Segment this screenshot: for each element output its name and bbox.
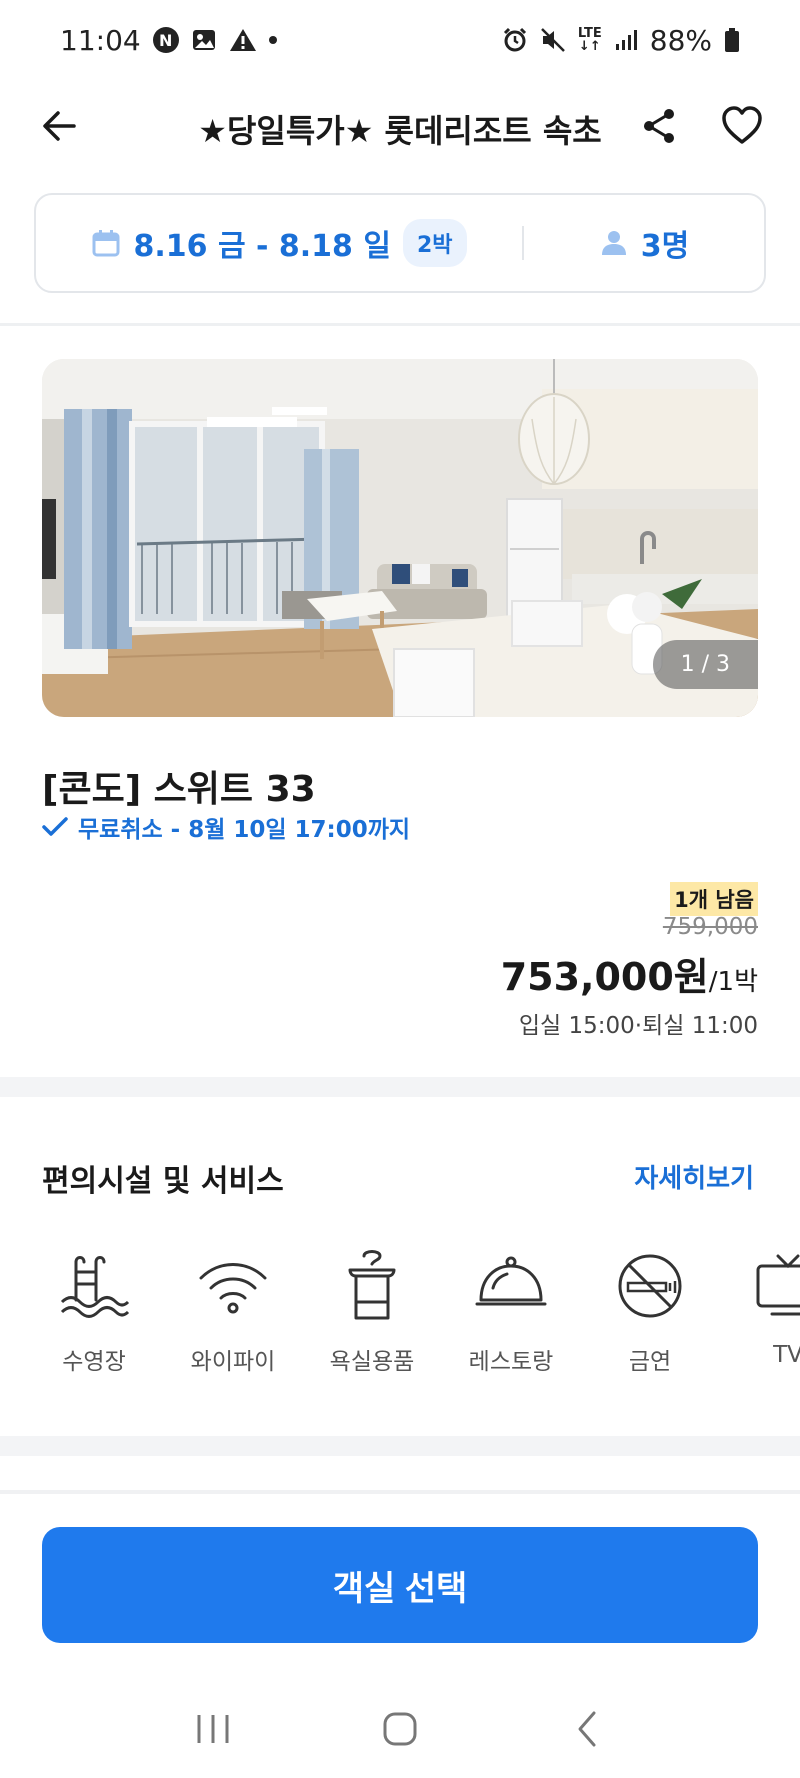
chevron-left-icon [578,1711,596,1747]
facility-no-smoking: 금연 [590,1248,710,1376]
free-cancel-row: 무료취소 - 8월 10일 17:00까지 [42,810,410,844]
naver-notification-icon: N [152,27,179,53]
home-button[interactable] [360,1699,440,1759]
facility-wifi: 와이파이 [173,1248,293,1376]
facility-label: TV [773,1342,800,1368]
warning-icon [229,27,257,53]
booking-selector: 8.16 금 - 8.18 일 2박 3명 [34,193,766,293]
system-back-button[interactable] [547,1699,627,1759]
checkin-checkout: 입실 15:00·퇴실 11:00 [518,1013,758,1039]
facilities-list: 수영장 와이파이 욕실용품 레스토랑 금연 TV [0,1248,800,1378]
price-row: 753,000원 /1박 [501,946,758,1001]
bottom-bar-divider [0,1490,800,1494]
facility-label: 금연 [628,1349,672,1375]
gallery-notification-icon [191,27,217,53]
battery-percent: 88% [649,23,712,57]
share-button[interactable] [636,102,684,150]
system-nav-bar [0,1680,800,1778]
price: 753,000원 [500,955,709,999]
facility-tv: TV [728,1248,800,1368]
tv-icon [756,1254,800,1316]
more-notifications-dot [268,36,277,44]
per-night: /1박 [708,967,758,997]
alarm-icon [502,27,528,53]
status-right: LTE ↓↑ 88% [502,24,740,57]
status-left: 11:04 N [60,24,277,57]
room-photo-carousel[interactable]: 1 / 3 [42,359,758,717]
original-price: 759,000 [662,914,758,940]
section-band [0,1436,800,1456]
person-icon [601,231,626,255]
toiletries-icon [348,1250,396,1320]
guest-selector[interactable]: 3명 [524,221,764,265]
lte-icon: LTE ↓↑ [578,27,602,53]
facility-toiletries: 욕실용품 [312,1248,432,1376]
heart-icon [722,106,762,144]
facility-restaurant: 레스토랑 [451,1248,571,1376]
no-smoking-icon [618,1254,682,1318]
status-bar: 11:04 N LTE ↓↑ 88% [0,0,800,80]
recent-apps-button[interactable] [173,1699,253,1759]
facility-label: 와이파이 [190,1349,276,1375]
section-band [0,1077,800,1097]
top-app-bar: ★당일특가★ 롯데리조트 속초 [0,80,800,175]
check-icon [42,817,68,836]
restaurant-icon [475,1256,547,1306]
status-time: 11:04 [60,23,141,57]
section-divider [0,323,800,326]
share-icon [644,109,674,143]
remaining-badge: 1개 남음 [670,882,758,916]
battery-icon [724,27,740,53]
facility-pool: 수영장 [34,1248,154,1376]
wifi-icon [199,1263,267,1314]
facilities-title: 편의시설 및 서비스 [42,1164,284,1199]
pool-icon [60,1256,130,1318]
recent-apps-icon [197,1715,229,1743]
signal-icon [614,28,638,52]
photo-counter: 1 / 3 [652,640,758,689]
date-selector[interactable]: 8.16 금 - 8.18 일 2박 [36,219,522,267]
room-name: [콘도] 스위트 33 [42,769,316,810]
date-range: 8.16 금 - 8.18 일 [133,229,391,264]
nights-badge: 2박 [402,219,467,267]
data-arrows-icon: ↓↑ [578,39,601,54]
room-photo [42,359,758,717]
free-cancel-text: 무료취소 - 8월 10일 17:00까지 [78,817,411,843]
mute-icon [540,27,566,53]
home-icon [383,1712,417,1746]
guest-count: 3명 [640,229,690,264]
facility-label: 레스토랑 [468,1349,554,1375]
favorite-button[interactable] [718,102,766,150]
facilities-more-link[interactable]: 자세히보기 [634,1158,754,1195]
facility-label: 수영장 [62,1349,126,1375]
calendar-icon [92,230,120,257]
facility-label: 욕실용품 [329,1349,415,1375]
select-room-button[interactable]: 객실 선택 [42,1527,758,1643]
